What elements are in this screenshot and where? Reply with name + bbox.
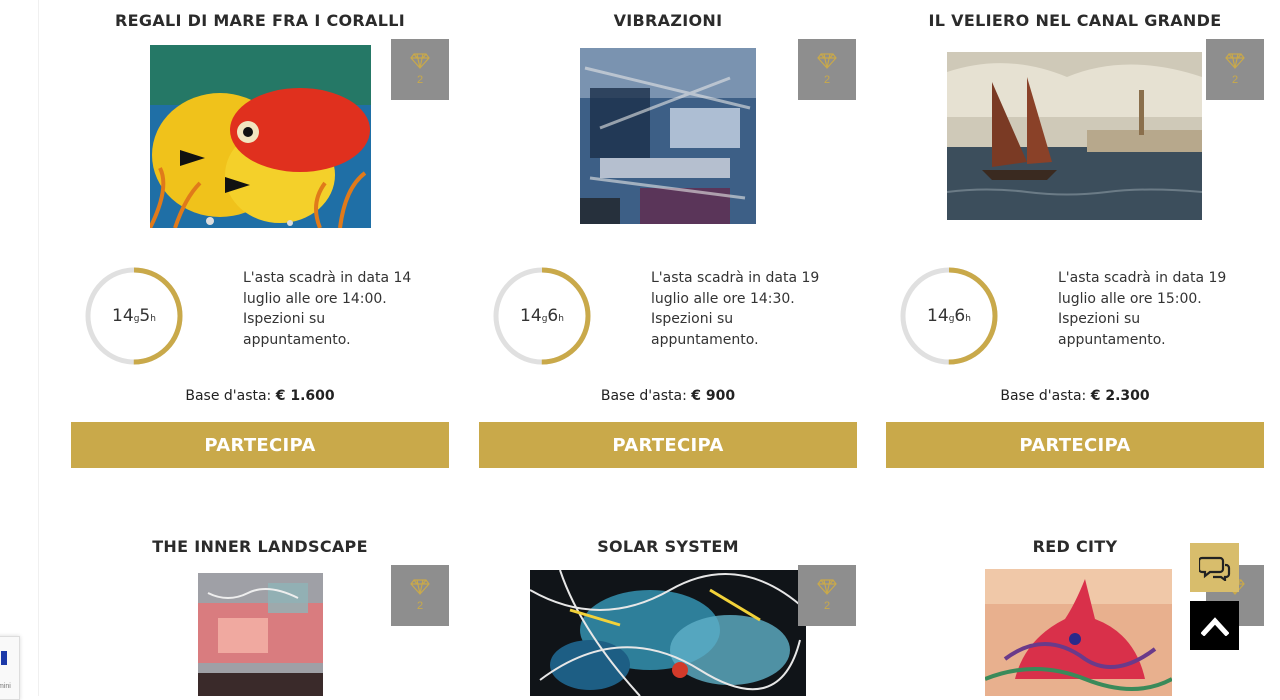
chevron-up-icon [1200,616,1229,636]
recaptcha-text: mini [0,683,11,690]
recaptcha-logo [1,651,7,665]
recaptcha-badge[interactable]: mini [0,636,20,700]
artwork-image[interactable] [198,573,323,696]
lot-title[interactable]: THE INNER LANDSCAPE [70,537,450,556]
scroll-top-button[interactable] [1190,601,1239,650]
rating-badge[interactable]: 2 [391,565,449,626]
artwork-image[interactable] [530,570,806,696]
rating-badge[interactable]: 2 [798,565,856,626]
diamond-icon [410,579,430,595]
left-edge-panel [0,0,39,696]
diamond-icon [817,579,837,595]
chat-bubbles-icon [1198,556,1230,581]
lot-title[interactable]: SOLAR SYSTEM [478,537,858,556]
chat-button[interactable] [1190,543,1239,592]
auction-card: THE INNER LANDSCAPE 2 [70,0,450,696]
auction-card: SOLAR SYSTEM 2 [478,0,858,696]
badge-count: 2 [823,600,831,612]
badge-count: 2 [416,600,424,612]
artwork-image[interactable] [985,569,1172,696]
